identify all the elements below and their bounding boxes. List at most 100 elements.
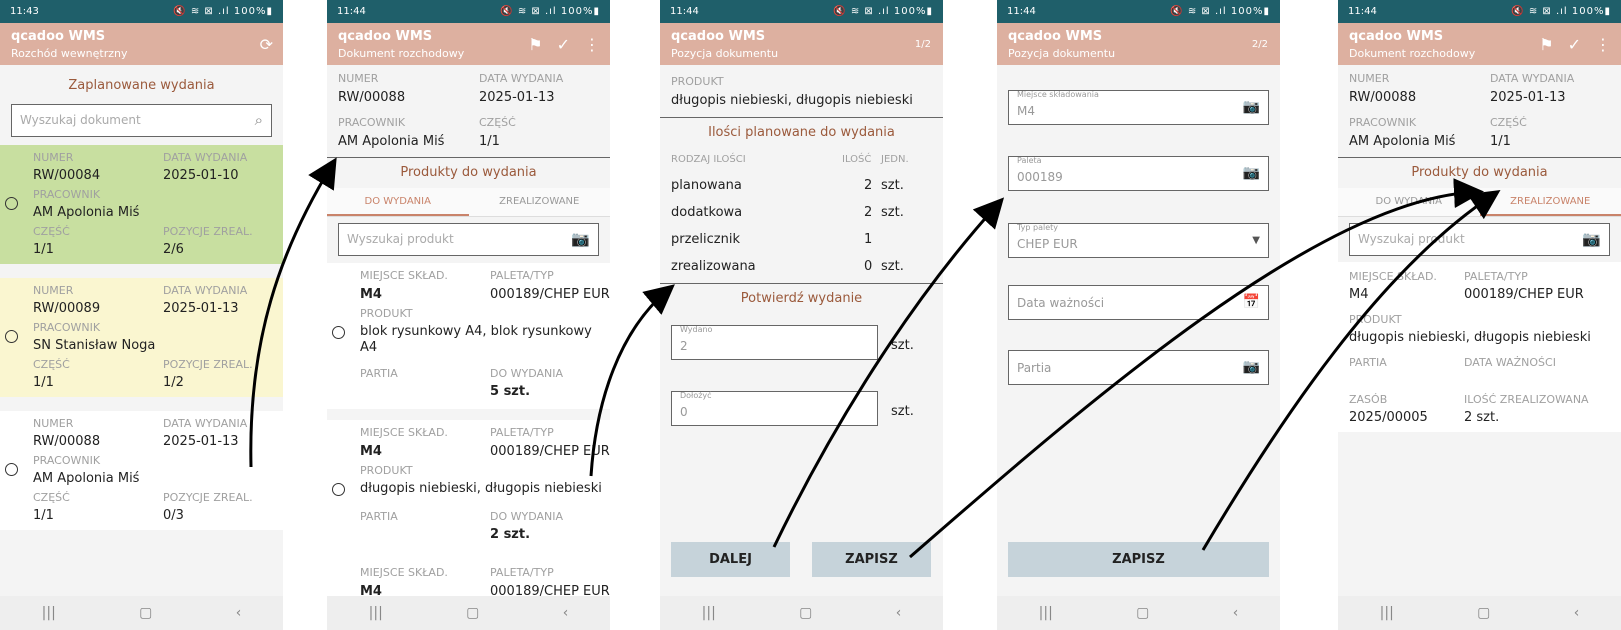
flag-icon[interactable]: ⚑	[1539, 35, 1553, 54]
rodzaj-value: zrealizowana	[671, 259, 756, 274]
pracownik-value: AM Apolonia Miś	[338, 134, 445, 149]
data-value: 2025-01-10	[163, 168, 239, 183]
check-icon[interactable]: ✓	[557, 35, 570, 54]
pallet-type-value: CHEP EUR	[1017, 237, 1078, 251]
batch-input[interactable]: Partia 📷	[1008, 350, 1269, 385]
pracownik-label: PRACOWNIK	[33, 188, 101, 201]
document-card[interactable]: NUMER RW/00088 DATA WYDANIA 2025-01-13 PRACO…	[0, 411, 283, 530]
calendar-icon[interactable]: 📅	[1243, 294, 1260, 310]
app-subtitle: Pozycja dokumentu	[1008, 47, 1116, 60]
radio-icon[interactable]	[5, 463, 18, 476]
pracownik-value: AM Apolonia Miś	[33, 471, 140, 486]
camera-icon[interactable]: 📷	[1582, 230, 1601, 248]
tab-do-wydania[interactable]: DO WYDANIA	[1338, 188, 1480, 216]
quantities-title: Ilości planowane do wydania	[708, 125, 895, 140]
home-icon[interactable]: ▢	[1136, 605, 1149, 621]
recent-apps-icon[interactable]: |||	[1039, 605, 1053, 621]
wydano-input[interactable]: Wydano 2	[671, 325, 878, 360]
czesc-label: CZĘŚĆ	[33, 225, 70, 238]
back-icon[interactable]: ‹	[1233, 605, 1239, 621]
col-rodzaj: RODZAJ ILOŚCI	[671, 154, 746, 165]
radio-icon[interactable]	[332, 483, 345, 496]
check-icon[interactable]: ✓	[1568, 35, 1581, 54]
next-button[interactable]: DALEJ	[671, 542, 790, 577]
wydano-value: 2	[680, 339, 688, 353]
rodzaj-value: przelicznik	[671, 232, 740, 247]
document-card[interactable]: NUMER RW/00084 DATA WYDANIA 2025-01-10 PRACO…	[0, 145, 283, 264]
miejsce-value: M4	[1349, 287, 1369, 302]
numer-value: RW/00088	[338, 90, 406, 105]
produkt-value: długopis niebieski, długopis niebieski	[671, 93, 913, 108]
miejsce-label: MIEJSCE SKŁAD.	[360, 566, 448, 579]
numer-value: RW/00084	[33, 168, 101, 183]
camera-icon[interactable]: 📷	[571, 230, 590, 248]
search-icon[interactable]: ⌕	[255, 111, 263, 129]
save-button[interactable]: ZAPISZ	[812, 542, 931, 577]
search-product-input[interactable]: Wyszukaj produkt 📷	[1349, 223, 1610, 256]
home-icon[interactable]: ▢	[799, 605, 812, 621]
expiry-date-input[interactable]: Data ważności 📅	[1008, 285, 1269, 320]
tab-zrealizowane[interactable]: ZREALIZOWANE	[469, 188, 611, 216]
app-bar: qcadoo WMS Pozycja dokumentu 2/2	[997, 23, 1280, 65]
back-icon[interactable]: ‹	[1574, 605, 1580, 621]
camera-icon[interactable]: 📷	[1243, 165, 1260, 181]
data-label: DATA WYDANIA	[479, 72, 564, 85]
dolozyc-input[interactable]: Dołożyć 0	[671, 391, 878, 426]
home-icon[interactable]: ▢	[1477, 605, 1490, 621]
dolozyc-value: 0	[680, 405, 688, 419]
realized-item[interactable]: MIEJSCE SKŁAD. M4 PALETA/TYP 000189/CHEP…	[1338, 262, 1621, 432]
radio-icon[interactable]	[5, 197, 18, 210]
screen-planned-issues: 11:43 🔇 ≋ ⊠ .ıl 100%▮ qcadoo WMS Rozchód…	[0, 0, 283, 630]
status-time: 11:44	[337, 6, 366, 17]
zasob-label: ZASÓB	[1349, 393, 1388, 406]
app-title: qcadoo WMS	[11, 29, 106, 44]
recent-apps-icon[interactable]: |||	[42, 605, 56, 621]
rodzaj-value: planowana	[671, 178, 742, 193]
recent-apps-icon[interactable]: |||	[369, 605, 383, 621]
back-icon[interactable]: ‹	[563, 605, 569, 621]
more-vert-icon[interactable]: ⋮	[1595, 35, 1611, 54]
search-placeholder: Wyszukaj dokument	[20, 113, 141, 127]
pallet-input[interactable]: Paleta 000189 📷	[1008, 156, 1269, 191]
screen-document-position-1: 11:44 🔇 ≋ ⊠ .ıl 100%▮ qcadoo WMS Pozycja…	[660, 0, 943, 630]
status-time: 11:44	[670, 6, 699, 17]
recent-apps-icon[interactable]: |||	[1380, 605, 1394, 621]
zasob-value: 2025/00005	[1349, 410, 1428, 425]
pager: 1/2	[914, 39, 931, 50]
status-icons: 🔇 ≋ ⊠ .ıl 100%▮	[833, 6, 933, 17]
pallet-type-select[interactable]: Typ palety CHEP EUR ▼	[1008, 223, 1269, 258]
tab-zrealizowane[interactable]: ZREALIZOWANE	[1479, 188, 1621, 216]
status-icons: 🔇 ≋ ⊠ .ıl 100%▮	[1170, 6, 1270, 17]
search-product-input[interactable]: Wyszukaj produkt 📷	[338, 223, 599, 256]
tab-do-wydania[interactable]: DO WYDANIA	[327, 188, 469, 216]
radio-icon[interactable]	[5, 330, 18, 343]
search-document-input[interactable]: Wyszukaj dokument ⌕	[11, 104, 272, 137]
expiry-date-placeholder: Data ważności	[1017, 296, 1105, 310]
more-vert-icon[interactable]: ⋮	[584, 35, 600, 54]
do-wydania-value: 2 szt.	[490, 527, 531, 542]
app-subtitle: Rozchód wewnętrzny	[11, 47, 128, 60]
camera-icon[interactable]: 📷	[1243, 359, 1260, 375]
home-icon[interactable]: ▢	[139, 605, 152, 621]
product-item[interactable]: MIEJSCE SKŁAD. M4 PALETA/TYP 000189/CHEP EU…	[327, 560, 610, 600]
recent-apps-icon[interactable]: |||	[702, 605, 716, 621]
flag-icon[interactable]: ⚑	[528, 35, 542, 54]
produkt-value: blok rysunkowy A4, blok rysunkowy A4	[360, 324, 592, 355]
document-card[interactable]: NUMER RW/00089 DATA WYDANIA 2025-01-13 PRACO…	[0, 278, 283, 397]
save-button[interactable]: ZAPISZ	[1008, 542, 1269, 577]
back-icon[interactable]: ‹	[236, 605, 242, 621]
radio-icon[interactable]	[332, 326, 345, 339]
search-placeholder: Wyszukaj produkt	[347, 232, 454, 246]
partia-label: PARTIA	[360, 510, 398, 523]
back-icon[interactable]: ‹	[896, 605, 902, 621]
refresh-icon[interactable]: ⟳	[260, 35, 273, 54]
camera-icon[interactable]: 📷	[1243, 99, 1260, 115]
storage-location-input[interactable]: Miejsce składowania M4 📷	[1008, 90, 1269, 125]
do-wydania-label: DO WYDANIA	[490, 367, 564, 380]
product-item[interactable]: MIEJSCE SKŁAD. M4 PALETA/TYP 000189/CHEP EU…	[327, 420, 610, 566]
home-icon[interactable]: ▢	[466, 605, 479, 621]
czesc-label: CZĘŚĆ	[479, 116, 516, 129]
product-item[interactable]: MIEJSCE SKŁAD. M4 PALETA/TYP 000189/CHEP EU…	[327, 263, 610, 409]
dropdown-arrow-icon[interactable]: ▼	[1252, 235, 1260, 246]
czesc-value: 1/1	[1490, 134, 1511, 149]
